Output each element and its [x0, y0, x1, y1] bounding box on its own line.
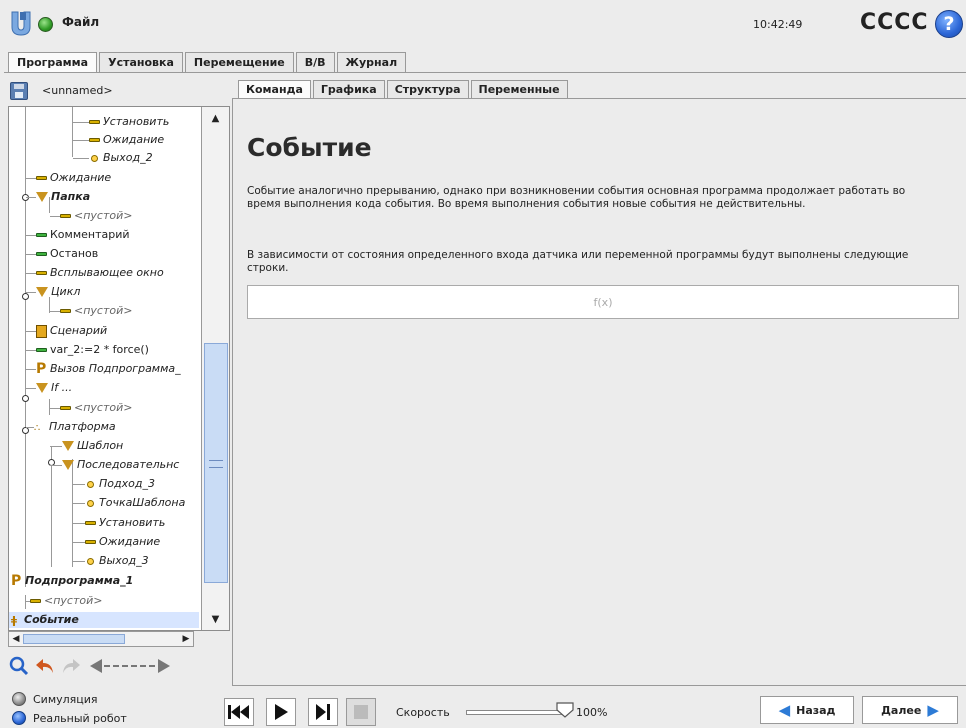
clock: 10:42:49 — [753, 18, 803, 31]
tab-structure[interactable]: Структура — [386, 80, 469, 98]
tree-item[interactable]: <пустой> — [26, 593, 102, 609]
scroll-right-icon[interactable]: ▶ — [179, 632, 193, 646]
next-button[interactable]: Далее ▶ — [862, 696, 958, 724]
tab-log[interactable]: Журнал — [336, 52, 407, 72]
description-condition: В зависимости от состояния определенного… — [247, 249, 909, 274]
tree-item[interactable]: Последовательнс — [50, 457, 179, 473]
tree-vertical-scrollbar[interactable]: ▲ ▼ — [201, 107, 229, 630]
tree-item[interactable]: Цикл — [26, 284, 80, 300]
help-icon[interactable]: ? — [935, 10, 963, 38]
skip-back-button[interactable] — [224, 698, 254, 726]
main-tabs: Программа Установка Перемещение В/В Журн… — [8, 52, 408, 73]
speed-label: Скорость — [396, 706, 450, 719]
simulation-radio-icon[interactable] — [12, 692, 26, 706]
program-name: <unnamed> — [42, 84, 113, 97]
stop-button[interactable] — [346, 698, 376, 726]
tree-item[interactable]: P Подпрограмма_1 — [11, 573, 133, 589]
mode-real-robot[interactable]: Реальный робот — [12, 711, 127, 725]
real-robot-radio-icon[interactable] — [12, 711, 26, 725]
bottom-bar: Симуляция Реальный робот Скорость 100% ◀… — [0, 686, 966, 728]
program-tree: Установить Ожидание Выход_2 Ожидание Пап… — [8, 106, 230, 631]
search-icon[interactable] — [8, 655, 30, 677]
tree-item[interactable]: Установить — [73, 515, 165, 531]
speed-slider-handle[interactable] — [556, 702, 574, 718]
tree-item[interactable]: var_2:=2 * force() — [26, 342, 149, 358]
tree-item[interactable]: Выход_3 — [73, 553, 149, 569]
tree-item[interactable]: Ожидание — [26, 170, 111, 186]
tab-program[interactable]: Программа — [8, 52, 98, 73]
scroll-thumb[interactable] — [204, 343, 228, 583]
tab-io[interactable]: В/В — [295, 52, 335, 72]
redo-icon[interactable] — [60, 655, 82, 677]
mode-simulation-label: Симуляция — [33, 692, 98, 706]
scroll-left-icon[interactable]: ◀ — [9, 632, 23, 646]
tree-horizontal-scrollbar[interactable]: ◀ ▶ — [8, 631, 194, 647]
tab-move[interactable]: Перемещение — [184, 52, 294, 72]
robot-name: CCCC — [860, 10, 929, 35]
tree-item[interactable]: Подход_3 — [73, 476, 155, 492]
mode-real-label: Реальный робот — [33, 711, 127, 725]
tree-item[interactable]: ТочкаШаблона — [73, 495, 185, 511]
arrow-left-icon: ◀ — [778, 701, 791, 719]
move-icon[interactable] — [86, 655, 174, 677]
tree-item[interactable]: Установить — [73, 114, 169, 130]
status-ok-icon[interactable] — [38, 17, 53, 32]
tree-item[interactable]: <пустой> — [50, 208, 132, 224]
tree-toolbar — [8, 652, 232, 680]
command-panel: Событие Событие аналогично прерыванию, о… — [232, 98, 966, 686]
program-tree-list: Установить Ожидание Выход_2 Ожидание Пап… — [9, 107, 199, 630]
tree-item[interactable]: Всплывающее окно — [26, 265, 164, 281]
tree-item[interactable]: <пустой> — [50, 400, 132, 416]
speed-value: 100% — [576, 706, 608, 719]
tree-item[interactable]: Шаблон — [50, 438, 123, 454]
tab-variables[interactable]: Переменные — [470, 80, 568, 98]
mode-simulation[interactable]: Симуляция — [12, 692, 98, 706]
tab-command[interactable]: Команда — [238, 80, 311, 98]
tree-item[interactable]: ∴ Платформа — [26, 419, 116, 435]
play-button[interactable] — [266, 698, 296, 726]
scroll-up-icon[interactable]: ▲ — [202, 109, 229, 127]
arrow-right-icon: ▶ — [927, 701, 939, 719]
tree-item[interactable]: Ожидание — [73, 132, 164, 148]
speed-slider[interactable] — [466, 710, 566, 715]
top-bar: Файл 10:42:49 CCCC ? — [0, 0, 966, 48]
expression-field[interactable]: f(x) — [247, 285, 959, 319]
tree-item[interactable]: If ... — [26, 380, 72, 396]
description: Событие аналогично прерыванию, однако пр… — [247, 185, 906, 210]
tree-item[interactable]: Сценарий — [26, 323, 107, 339]
tab-installation[interactable]: Установка — [99, 52, 183, 72]
tree-item[interactable]: Выход_2 — [73, 150, 153, 166]
scroll-down-icon[interactable]: ▼ — [202, 610, 229, 628]
tree-item-selected[interactable]: ǂ Событие — [9, 612, 199, 628]
sub-tabs: Команда Графика Структура Переменные — [238, 80, 570, 98]
hscroll-thumb[interactable] — [23, 634, 125, 644]
ur-logo-icon — [11, 11, 31, 36]
tree-item[interactable]: Комментарий — [26, 227, 130, 243]
undo-icon[interactable] — [34, 655, 56, 677]
file-menu[interactable]: Файл — [62, 15, 99, 29]
tree-item[interactable]: Ожидание — [73, 534, 160, 550]
program-header: <unnamed> — [8, 78, 228, 104]
next-label: Далее — [881, 703, 922, 717]
tab-graphics[interactable]: Графика — [312, 80, 385, 98]
save-icon[interactable] — [10, 82, 28, 100]
step-button[interactable] — [308, 698, 338, 726]
back-button[interactable]: ◀ Назад — [760, 696, 854, 724]
tree-item[interactable]: <пустой> — [50, 303, 132, 319]
page-title: Событие — [247, 133, 372, 162]
tree-item[interactable]: Папка — [26, 189, 90, 205]
back-label: Назад — [796, 703, 836, 717]
tree-item[interactable]: P Вызов Подпрограмма_ — [26, 361, 181, 377]
tree-item[interactable]: Останов — [26, 246, 98, 262]
